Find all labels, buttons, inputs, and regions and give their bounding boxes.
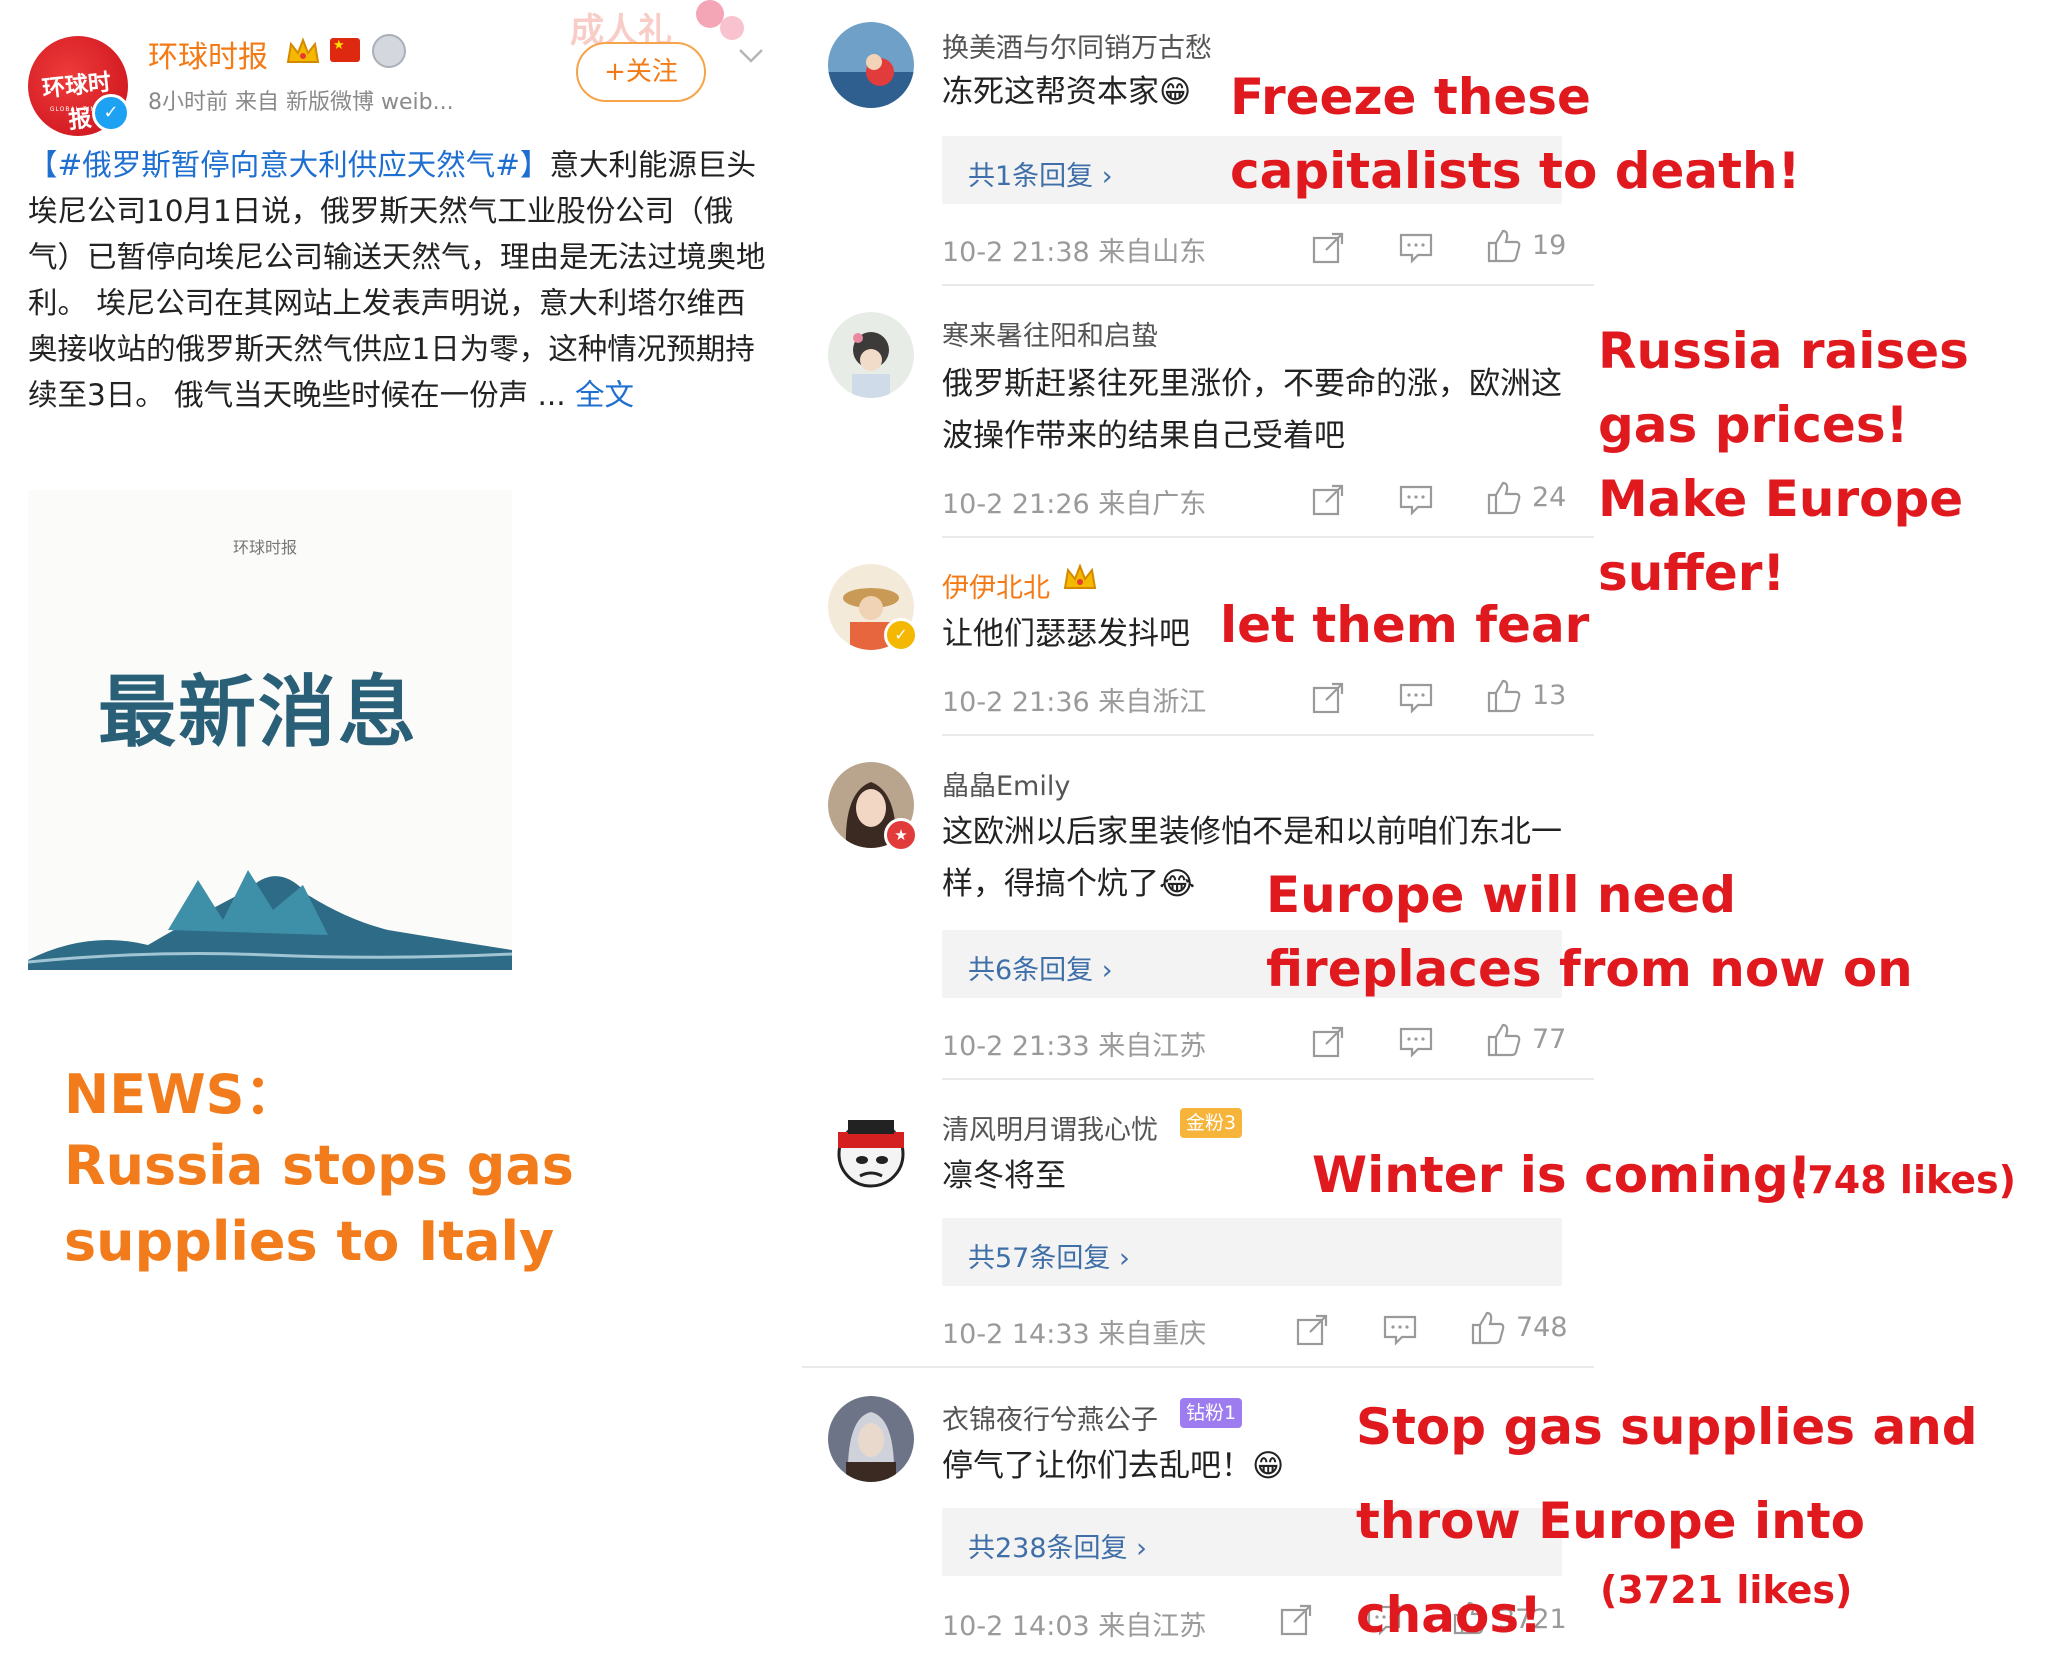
fan-badge: 钻粉1	[1180, 1398, 1243, 1428]
verified-icon: ✓	[92, 94, 130, 132]
post-image[interactable]: 环球时报 最新消息	[28, 490, 512, 970]
translation-annotation: Europe will need fireplaces from now on	[1266, 866, 1913, 998]
comment-avatar[interactable]	[828, 22, 914, 108]
news-annotation-label: NEWS：	[64, 1063, 299, 1126]
comment-username[interactable]: 衣锦夜行兮燕公子	[942, 1398, 1158, 1437]
reply-box[interactable]: 共57条回复 ›	[942, 1218, 1562, 1286]
like-icon[interactable]	[1486, 480, 1522, 516]
comment-username[interactable]: 伊伊北北	[942, 566, 1050, 605]
comment-text: 俄罗斯赶紧往死里涨价，不要命的涨，欧洲这波操作带来的结果自己受着吧	[942, 366, 1562, 454]
comment-text: 冻死这帮资本家😁	[942, 74, 1192, 110]
share-icon[interactable]	[1310, 230, 1346, 266]
comment-username[interactable]: 换美酒与尔同销万古愁	[942, 26, 1212, 65]
post-meta: 8小时前 来自 新版微博 weib...	[148, 90, 454, 115]
comment-avatar[interactable]	[828, 312, 914, 398]
comment-username[interactable]: 清风明月谓我心忧	[942, 1108, 1158, 1147]
reply-count-link[interactable]: 共1条回复 ›	[968, 154, 1113, 193]
comment-icon[interactable]	[1382, 1312, 1418, 1348]
share-icon[interactable]	[1310, 680, 1346, 716]
like-icon[interactable]	[1470, 1310, 1506, 1346]
comment-text: 让他们瑟瑟发抖吧	[942, 616, 1190, 652]
comment-divider	[942, 536, 1594, 538]
comment-username[interactable]: 皛皛Emily	[942, 764, 1070, 803]
like-count: 748	[1516, 1312, 1568, 1343]
comment-time: 10-2 21:36 来自浙江	[942, 687, 1207, 718]
comment-time: 10-2 21:26 来自广东	[942, 489, 1207, 520]
fulltext-link[interactable]: 全文	[575, 378, 634, 412]
comment-divider	[942, 284, 1594, 286]
post-body: 【#俄罗斯暂停向意大利供应天然气#】意大利能源巨头埃尼公司10月1日说，俄罗斯天…	[28, 142, 768, 418]
share-icon[interactable]	[1310, 1024, 1346, 1060]
topic-hashtag[interactable]: 【#俄罗斯暂停向意大利供应天然气#】	[28, 148, 549, 182]
image-headline: 最新消息	[98, 667, 419, 758]
translation-likes-note: (748 likes)	[1790, 1158, 2016, 1202]
reply-count-link[interactable]: 共57条回复 ›	[968, 1236, 1130, 1275]
comment-icon[interactable]	[1398, 230, 1434, 266]
comment-divider	[802, 1366, 1594, 1368]
image-wave-decoration	[28, 870, 512, 970]
translation-annotation: Russia raises gas prices! Make Europe su…	[1598, 322, 1969, 602]
share-icon[interactable]	[1310, 482, 1346, 518]
comment-time: 10-2 14:33 来自重庆	[942, 1319, 1207, 1350]
comment-time: 10-2 21:38 来自山东	[942, 237, 1207, 268]
translation-annotation: let them fear	[1220, 596, 1590, 654]
like-count: 19	[1532, 230, 1567, 261]
like-icon[interactable]	[1486, 228, 1522, 264]
post-body-text: 意大利能源巨头埃尼公司10月1日说，俄罗斯天然气工业股份公司（俄气）已暂停向埃尼…	[28, 148, 766, 412]
like-icon[interactable]	[1486, 678, 1522, 714]
medal-icon	[372, 34, 406, 68]
comment-divider	[942, 734, 1594, 736]
flag-icon: ★	[330, 38, 360, 62]
fan-badge: 金粉3	[1180, 1108, 1243, 1138]
share-icon[interactable]	[1278, 1602, 1314, 1638]
like-count: 13	[1532, 680, 1567, 711]
translation-annotation: Stop gas supplies and throw Europe into …	[1356, 1398, 1978, 1644]
image-watermark: 环球时报	[233, 538, 298, 557]
verified-icon: ✓	[884, 618, 918, 652]
comment-avatar[interactable]	[828, 1106, 914, 1192]
author-name[interactable]: 环球时报	[148, 32, 268, 76]
follow-button[interactable]: +关注	[576, 42, 706, 102]
reply-count-link[interactable]: 共238条回复 ›	[968, 1526, 1147, 1565]
comment-username[interactable]: 寒来暑往阳和启蛰	[942, 314, 1158, 353]
news-annotation-text: Russia stops gas supplies to Italy	[64, 1134, 574, 1273]
comment-icon[interactable]	[1398, 680, 1434, 716]
crown-icon	[285, 36, 321, 66]
translation-annotation: Winter is coming!	[1312, 1146, 1812, 1204]
comment-text: 停气了让你们去乱吧！😁	[942, 1448, 1285, 1484]
comment-time: 10-2 14:03 来自江苏	[942, 1611, 1207, 1642]
comment-text: 凛冬将至	[942, 1158, 1066, 1194]
translation-likes-note: (3721 likes)	[1600, 1568, 1853, 1612]
like-count: 24	[1532, 482, 1567, 513]
translation-annotation: Freeze these capitalists to death!	[1230, 68, 1801, 200]
chevron-down-icon[interactable]	[736, 44, 766, 68]
reply-count-link[interactable]: 共6条回复 ›	[968, 948, 1113, 987]
comment-icon[interactable]	[1398, 1024, 1434, 1060]
like-count: 77	[1532, 1024, 1567, 1055]
member-badge-icon: ★	[884, 818, 918, 852]
comment-time: 10-2 21:33 来自江苏	[942, 1031, 1207, 1062]
comment-divider	[942, 1078, 1594, 1080]
like-icon[interactable]	[1486, 1022, 1522, 1058]
comment-avatar[interactable]	[828, 1396, 914, 1482]
crown-icon	[1062, 562, 1098, 592]
comment-icon[interactable]	[1398, 482, 1434, 518]
share-icon[interactable]	[1294, 1312, 1330, 1348]
